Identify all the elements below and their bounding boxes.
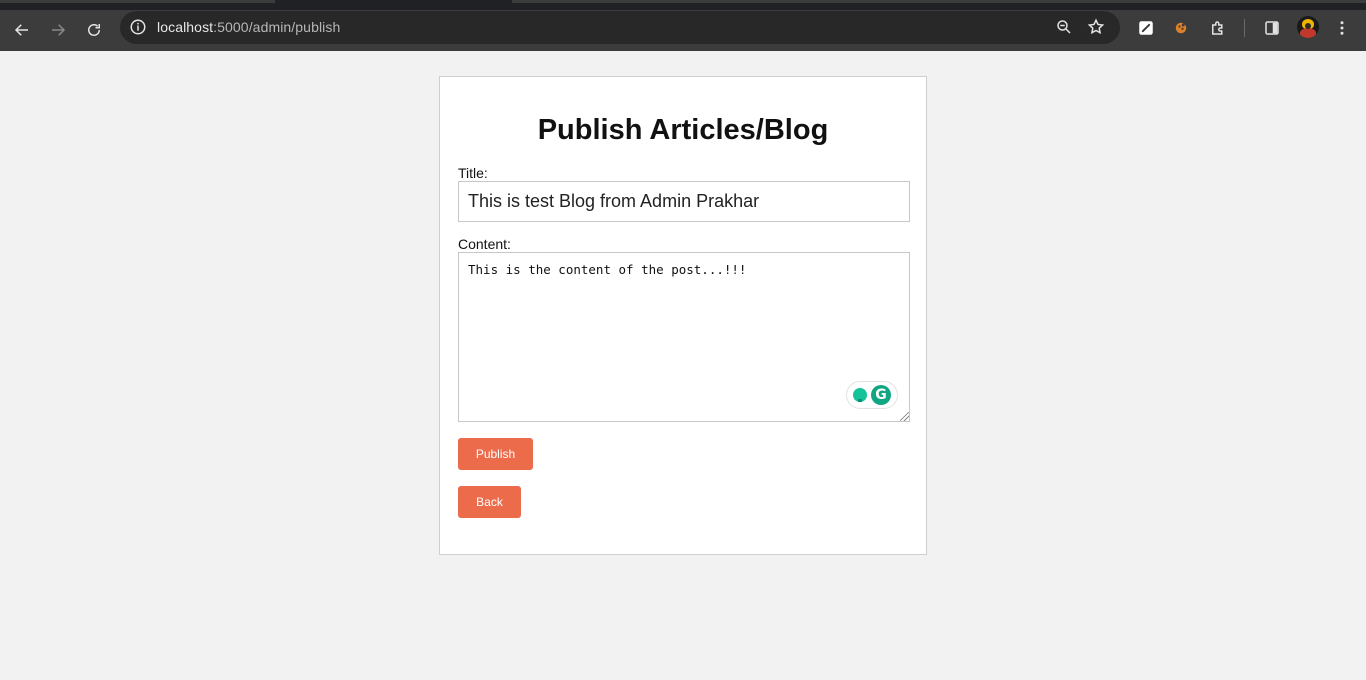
- title-input[interactable]: [458, 181, 910, 222]
- profile-avatar[interactable]: [1297, 16, 1319, 38]
- lightbulb-icon[interactable]: [853, 388, 867, 402]
- site-info-icon[interactable]: [129, 18, 147, 36]
- menu-kebab-icon[interactable]: [1331, 17, 1353, 39]
- publish-button[interactable]: Publish: [458, 438, 533, 470]
- extensions-puzzle-icon[interactable]: [1207, 17, 1229, 39]
- grammarly-widget[interactable]: G: [847, 382, 897, 408]
- extension-notes-icon[interactable]: [1135, 17, 1157, 39]
- content-textarea[interactable]: This is the content of the post...!!!: [458, 252, 910, 422]
- resize-handle[interactable]: [900, 412, 909, 421]
- forward-arrow-icon[interactable]: [44, 16, 72, 44]
- back-arrow-icon[interactable]: [8, 16, 36, 44]
- tab-active[interactable]: [0, 0, 275, 3]
- title-label: Title:: [458, 165, 488, 181]
- url-text[interactable]: localhost:5000/admin/publish: [157, 19, 340, 35]
- browser-chrome: localhost:5000/admin/publish: [0, 0, 1366, 51]
- side-panel-icon[interactable]: [1261, 17, 1283, 39]
- extension-cookie-icon[interactable]: [1170, 17, 1192, 39]
- grammarly-icon[interactable]: G: [871, 385, 891, 405]
- publish-form-card: Publish Articles/Blog Title: Content: Th…: [439, 76, 927, 555]
- address-bar[interactable]: localhost:5000/admin/publish: [120, 11, 1120, 44]
- tab-strip: [0, 0, 1366, 10]
- content-label: Content:: [458, 236, 511, 252]
- url-host: localhost: [157, 19, 214, 35]
- reload-icon[interactable]: [80, 16, 108, 44]
- tab-inactive[interactable]: [512, 0, 1366, 3]
- zoom-icon[interactable]: [1055, 18, 1073, 36]
- url-path: :5000/admin/publish: [213, 19, 341, 35]
- browser-toolbar: localhost:5000/admin/publish: [0, 10, 1366, 51]
- bookmark-star-icon[interactable]: [1087, 18, 1105, 36]
- back-button[interactable]: Back: [458, 486, 521, 518]
- toolbar-separator: [1244, 19, 1245, 37]
- page-title: Publish Articles/Blog: [537, 114, 829, 146]
